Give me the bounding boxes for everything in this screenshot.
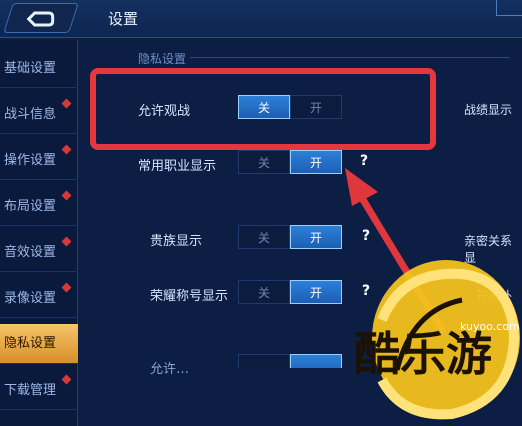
watermark-logo: 酷乐游 kuyoo.com <box>354 260 520 420</box>
watermark-text: 酷乐游 <box>354 327 492 381</box>
watermark-url: kuyoo.com <box>460 320 520 333</box>
